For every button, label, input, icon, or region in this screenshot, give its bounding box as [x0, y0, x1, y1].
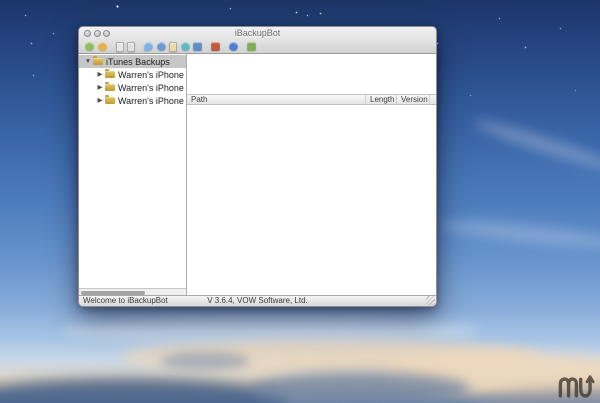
tree-item-backup-1[interactable]: ▶ Warren's iPhone (Wed Sep 2 — [79, 68, 186, 81]
disclosure-triangle-icon[interactable]: ▶ — [96, 94, 104, 107]
disclosure-triangle-icon[interactable]: ▼ — [84, 55, 92, 68]
new-file-icon[interactable] — [115, 41, 124, 52]
file-list[interactable] — [187, 105, 436, 295]
scrollbar-thumb[interactable] — [81, 290, 145, 295]
traffic-lights — [84, 30, 110, 37]
horizontal-scrollbar[interactable] — [79, 288, 186, 295]
tree-item-itunes-backups[interactable]: ▼ iTunes Backups — [79, 55, 186, 68]
open-file-icon[interactable] — [127, 41, 135, 52]
backup-tree: ▼ iTunes Backups ▶ Warren's iPhone (Wed … — [79, 54, 186, 107]
comment-icon[interactable] — [144, 42, 153, 51]
tree-item-backup-3[interactable]: ▶ Warren's iPhone (Wed Nov — [79, 94, 186, 107]
folder-icon — [105, 69, 115, 78]
folder-icon — [93, 56, 103, 65]
cloud — [471, 115, 600, 175]
backup-tree-panel: ▼ iTunes Backups ▶ Warren's iPhone (Wed … — [79, 54, 187, 295]
window-content: ▼ iTunes Backups ▶ Warren's iPhone (Wed … — [79, 54, 436, 295]
version-text: V 3.6.4, VOW Software, Ltd. — [207, 296, 308, 305]
macupdate-logo — [558, 375, 595, 398]
stars — [0, 0, 1, 1]
cloud — [0, 378, 290, 403]
column-header-length[interactable]: Length — [366, 95, 397, 104]
app-window-ibackupbot: iBackupBot ▼ iTunes Backups ▶ Warren's i… — [78, 26, 437, 307]
refresh-icon[interactable] — [97, 42, 107, 51]
window-chrome[interactable]: iBackupBot — [79, 27, 436, 54]
display-icon[interactable] — [193, 42, 202, 51]
history-icon[interactable] — [180, 42, 190, 51]
minimize-button[interactable] — [93, 30, 101, 37]
zoom-button[interactable] — [103, 30, 110, 37]
tree-item-label: Warren's iPhone (Wed Nov — [118, 95, 186, 106]
close-button[interactable] — [84, 30, 91, 37]
help-icon[interactable] — [229, 42, 238, 51]
notes-icon[interactable] — [169, 41, 177, 52]
file-list-header: Path Length Version — [187, 94, 436, 105]
toolbar — [79, 40, 436, 53]
resize-grip[interactable] — [426, 296, 435, 305]
desktop: iBackupBot ▼ iTunes Backups ▶ Warren's i… — [0, 0, 600, 403]
tree-item-label: Warren's iPhone (Wed Sep 2 — [118, 69, 186, 80]
main-pane: Path Length Version — [187, 54, 436, 295]
quit-icon[interactable] — [247, 42, 256, 51]
tree-item-label: iTunes Backups — [106, 56, 170, 67]
column-header-endcap — [430, 95, 436, 104]
export-icon[interactable] — [211, 42, 220, 51]
column-header-version[interactable]: Version — [397, 95, 430, 104]
tree-item-label: Warren's iPhone (Tue Sep 2 — [118, 82, 186, 93]
contacts-icon[interactable] — [156, 42, 166, 51]
disclosure-triangle-icon[interactable]: ▶ — [96, 68, 104, 81]
folder-icon — [105, 95, 115, 104]
titlebar[interactable]: iBackupBot — [79, 27, 436, 40]
cloud — [160, 352, 250, 370]
cloud — [439, 215, 600, 253]
window-title: iBackupBot — [234, 28, 281, 38]
tree-item-backup-2[interactable]: ▶ Warren's iPhone (Tue Sep 2 — [79, 81, 186, 94]
disclosure-triangle-icon[interactable]: ▶ — [96, 81, 104, 94]
status-bar: Welcome to iBackupBot V 3.6.4, VOW Softw… — [79, 295, 436, 306]
connect-icon[interactable] — [85, 42, 94, 51]
folder-icon — [105, 82, 115, 91]
column-header-path[interactable]: Path — [187, 95, 366, 104]
cloud — [250, 372, 470, 403]
detail-area — [187, 54, 436, 94]
